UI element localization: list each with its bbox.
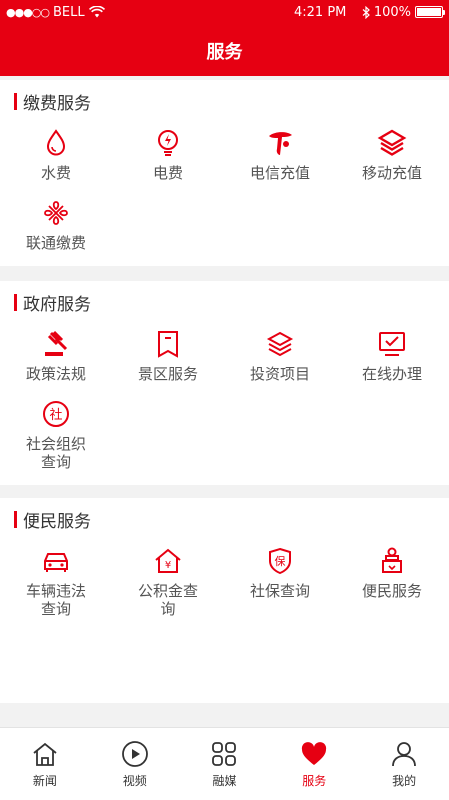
svg-text:保: 保	[275, 554, 286, 568]
service-housing-fund-query[interactable]: ¥ 公积金查 询	[112, 546, 224, 618]
service-convenience[interactable]: 便民服务	[336, 546, 448, 600]
status-time: 4:21 PM	[294, 4, 347, 20]
shield-bao-icon: 保	[269, 547, 291, 575]
monitor-check-icon	[379, 332, 405, 356]
wifi-icon	[88, 6, 105, 18]
page-title: 服务	[206, 42, 243, 63]
society-badge-icon: 社	[43, 401, 69, 427]
service-label-line1: 车辆违法	[25, 582, 86, 600]
service-label: 移动充值	[361, 164, 422, 182]
service-label: 景区服务	[137, 365, 198, 383]
section-title: 缴费服务	[14, 90, 91, 114]
section-accent-bar	[14, 92, 17, 110]
signal-dots: ●●●○○	[6, 5, 50, 19]
service-label: 便民服务	[361, 582, 422, 600]
home-icon	[33, 742, 57, 766]
service-person-icon	[382, 547, 402, 573]
section-title: 便民服务	[14, 508, 91, 532]
service-label: 社保查询	[249, 582, 310, 600]
electricity-bulb-icon	[158, 130, 178, 156]
service-label: 投资项目	[249, 365, 310, 383]
service-vehicle-violation-query[interactable]: 车辆违法 查询	[0, 546, 112, 618]
section-title-text: 便民服务	[23, 511, 91, 532]
section-title-text: 缴费服务	[23, 93, 91, 114]
tab-services[interactable]: 服务	[269, 728, 359, 800]
status-bar: ●●●○○ BELL 4:21 PM 100%	[0, 0, 449, 24]
battery-icon	[415, 6, 445, 18]
service-electricity-fee[interactable]: 电费	[112, 128, 224, 182]
service-label: 水费	[40, 164, 71, 182]
service-label: 电费	[152, 164, 183, 182]
heart-icon	[302, 742, 327, 765]
car-icon	[44, 553, 68, 572]
bluetooth-icon	[362, 5, 370, 19]
carrier-name: BELL	[53, 4, 85, 20]
user-icon	[392, 742, 416, 767]
tab-mine[interactable]: 我的	[359, 728, 449, 800]
gavel-icon	[45, 330, 68, 356]
china-unicom-icon	[44, 201, 68, 225]
bottom-tab-bar: 新闻 视频 融媒 服务 我的	[0, 727, 449, 800]
service-label: 电信充值	[249, 164, 310, 182]
service-label: 联通缴费	[25, 234, 86, 252]
svg-text:社: 社	[49, 407, 62, 423]
app-header: ●●●○○ BELL 4:21 PM 100% 服务	[0, 0, 449, 76]
section-title-text: 政府服务	[23, 294, 91, 315]
service-label-line1: 社会组织	[25, 435, 86, 453]
battery-percent: 100%	[373, 4, 411, 20]
service-label-line2: 询	[160, 600, 176, 618]
tab-label: 视频	[122, 774, 147, 788]
service-label: 在线办理	[361, 365, 422, 383]
service-scenic-area[interactable]: 景区服务	[112, 329, 224, 383]
government-services-section: 政府服务 政策法规 景区服务 投资项目 在线办理 社 社会组织 查询	[0, 281, 449, 485]
service-online-handling[interactable]: 在线办理	[336, 329, 448, 383]
service-unicom-payment[interactable]: 联通缴费	[0, 198, 112, 252]
service-label: 政策法规	[25, 365, 86, 383]
grid-icon	[212, 742, 237, 766]
service-social-organization-query[interactable]: 社 社会组织 查询	[0, 399, 112, 471]
service-telecom-recharge[interactable]: 电信充值	[224, 128, 336, 182]
tab-video[interactable]: 视频	[90, 728, 180, 800]
service-mobile-recharge[interactable]: 移动充值	[336, 128, 448, 182]
tab-label: 融媒	[212, 774, 237, 788]
house-yuan-icon: ¥	[155, 548, 181, 573]
water-drop-icon	[46, 129, 66, 156]
service-label-line2: 查询	[40, 600, 71, 618]
section-accent-bar	[14, 293, 17, 311]
section-accent-bar	[14, 510, 17, 528]
service-policy-regulations[interactable]: 政策法规	[0, 329, 112, 383]
convenience-services-section: 便民服务 车辆违法 查询 ¥ 公积金查 询 保 社保查询 便民服务	[0, 498, 449, 703]
section-title: 政府服务	[14, 291, 91, 315]
service-social-security-query[interactable]: 保 社保查询	[224, 546, 336, 600]
service-label-line1: 公积金查	[137, 582, 198, 600]
layers-icon	[266, 331, 294, 357]
tab-label: 新闻	[32, 774, 57, 788]
china-telecom-icon	[269, 132, 292, 155]
china-mobile-icon	[377, 129, 407, 156]
payment-services-section: 缴费服务 水费 电费 电信充值 移动充值 联通缴费	[0, 80, 449, 266]
service-water-fee[interactable]: 水费	[0, 128, 112, 182]
tab-label: 我的	[392, 774, 417, 788]
service-investment-projects[interactable]: 投资项目	[224, 329, 336, 383]
tab-media[interactable]: 融媒	[180, 728, 270, 800]
bookmark-icon	[158, 331, 178, 358]
play-circle-icon	[121, 741, 148, 767]
service-label-line2: 查询	[40, 453, 71, 471]
tab-news[interactable]: 新闻	[0, 728, 90, 800]
tab-label: 服务	[302, 774, 327, 788]
svg-text:¥: ¥	[165, 560, 171, 571]
